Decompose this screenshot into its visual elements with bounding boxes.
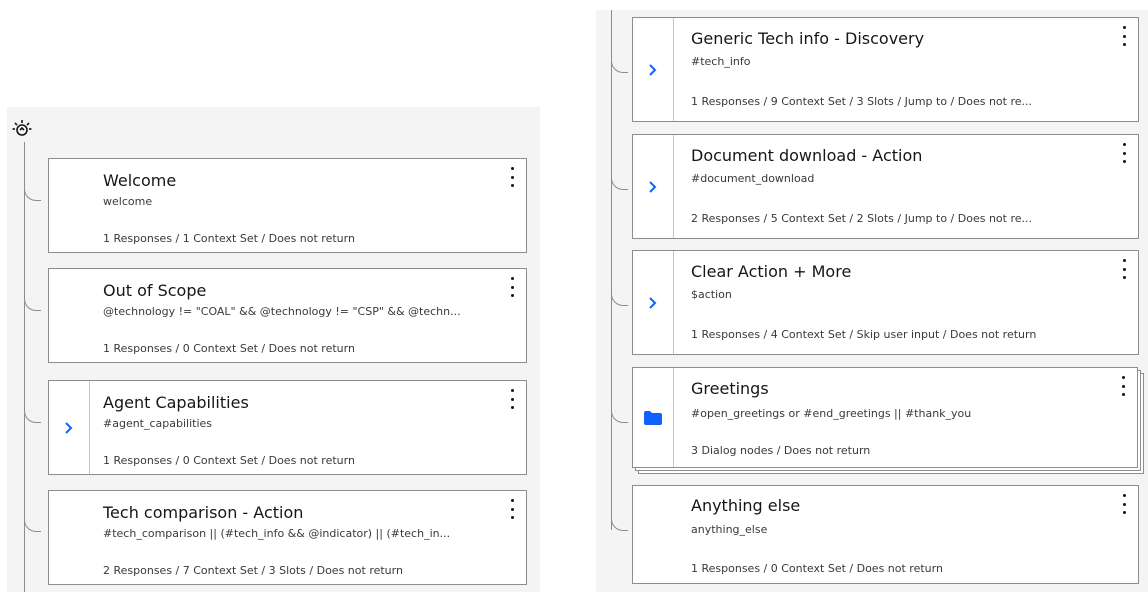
- node-condition: #document_download: [691, 172, 815, 185]
- node-condition: #tech_info: [691, 55, 751, 68]
- chevron-right-icon[interactable]: [59, 418, 79, 438]
- node-summary: 1 Responses / 0 Context Set / Does not r…: [103, 342, 355, 355]
- node-title: Generic Tech info - Discovery: [691, 29, 925, 48]
- node-condition: #agent_capabilities: [103, 417, 213, 430]
- node-condition: anything_else: [691, 523, 768, 536]
- dialog-folder-greetings[interactable]: Greetings #open_greetings or #end_greeti…: [632, 367, 1138, 468]
- expand-column[interactable]: [633, 18, 674, 121]
- dialog-node-welcome[interactable]: Welcome welcome 1 Responses / 1 Context …: [48, 158, 527, 253]
- node-summary: 1 Responses / 0 Context Set / Does not r…: [691, 562, 943, 575]
- node-summary: 1 Responses / 9 Context Set / 3 Slots / …: [691, 95, 1033, 108]
- chevron-right-icon[interactable]: [643, 293, 663, 313]
- overflow-menu-icon[interactable]: [1120, 494, 1128, 514]
- lightbulb-icon: [12, 120, 32, 136]
- node-title: Welcome: [103, 171, 177, 190]
- node-summary: 2 Responses / 5 Context Set / 2 Slots / …: [691, 212, 1033, 225]
- dialog-node-out-of-scope[interactable]: Out of Scope @technology != "COAL" && @t…: [48, 268, 527, 363]
- node-summary: 1 Responses / 0 Context Set / Does not r…: [103, 454, 355, 467]
- expand-column[interactable]: [49, 381, 90, 474]
- overflow-menu-icon[interactable]: [1119, 376, 1127, 396]
- dialog-node-agent-capabilities[interactable]: Agent Capabilities #agent_capabilities 1…: [48, 380, 527, 475]
- node-summary: 2 Responses / 7 Context Set / 3 Slots / …: [103, 564, 403, 577]
- tree-line: [611, 10, 612, 530]
- overflow-menu-icon[interactable]: [1120, 259, 1128, 279]
- expand-column[interactable]: [633, 368, 674, 467]
- overflow-menu-icon[interactable]: [508, 389, 516, 409]
- node-title: Clear Action + More: [691, 262, 852, 281]
- node-title: Agent Capabilities: [103, 393, 249, 412]
- chevron-right-icon[interactable]: [643, 177, 663, 197]
- dialog-node-clear-action[interactable]: Clear Action + More $action 1 Responses …: [632, 250, 1139, 355]
- node-summary: 1 Responses / 1 Context Set / Does not r…: [103, 232, 355, 245]
- overflow-menu-icon[interactable]: [1120, 143, 1128, 163]
- expand-column[interactable]: [633, 135, 674, 238]
- node-summary: 3 Dialog nodes / Does not return: [691, 444, 871, 457]
- expand-column[interactable]: [633, 251, 674, 354]
- overflow-menu-icon[interactable]: [508, 499, 516, 519]
- node-title: Out of Scope: [103, 281, 207, 300]
- overflow-menu-icon[interactable]: [508, 277, 516, 297]
- node-condition: #open_greetings or #end_greetings || #th…: [691, 407, 972, 420]
- dialog-node-anything-else[interactable]: Anything else anything_else 1 Responses …: [632, 485, 1139, 584]
- node-condition: #tech_comparison || (#tech_info && @indi…: [103, 527, 451, 540]
- overflow-menu-icon[interactable]: [508, 167, 516, 187]
- node-condition: @technology != "COAL" && @technology != …: [103, 305, 461, 318]
- node-title: Document download - Action: [691, 146, 923, 165]
- node-title: Greetings: [691, 379, 769, 398]
- node-condition: $action: [691, 288, 732, 301]
- folder-icon[interactable]: [643, 409, 663, 427]
- dialog-node-document-download[interactable]: Document download - Action #document_dow…: [632, 134, 1139, 239]
- node-title: Anything else: [691, 496, 801, 515]
- overflow-menu-icon[interactable]: [1120, 26, 1128, 46]
- dialog-node-tech-comparison[interactable]: Tech comparison - Action #tech_compariso…: [48, 490, 527, 585]
- node-summary: 1 Responses / 4 Context Set / Skip user …: [691, 328, 1037, 341]
- node-title: Tech comparison - Action: [103, 503, 304, 522]
- node-condition: welcome: [103, 195, 153, 208]
- dialog-node-generic-tech-info[interactable]: Generic Tech info - Discovery #tech_info…: [632, 17, 1139, 122]
- chevron-right-icon[interactable]: [643, 60, 663, 80]
